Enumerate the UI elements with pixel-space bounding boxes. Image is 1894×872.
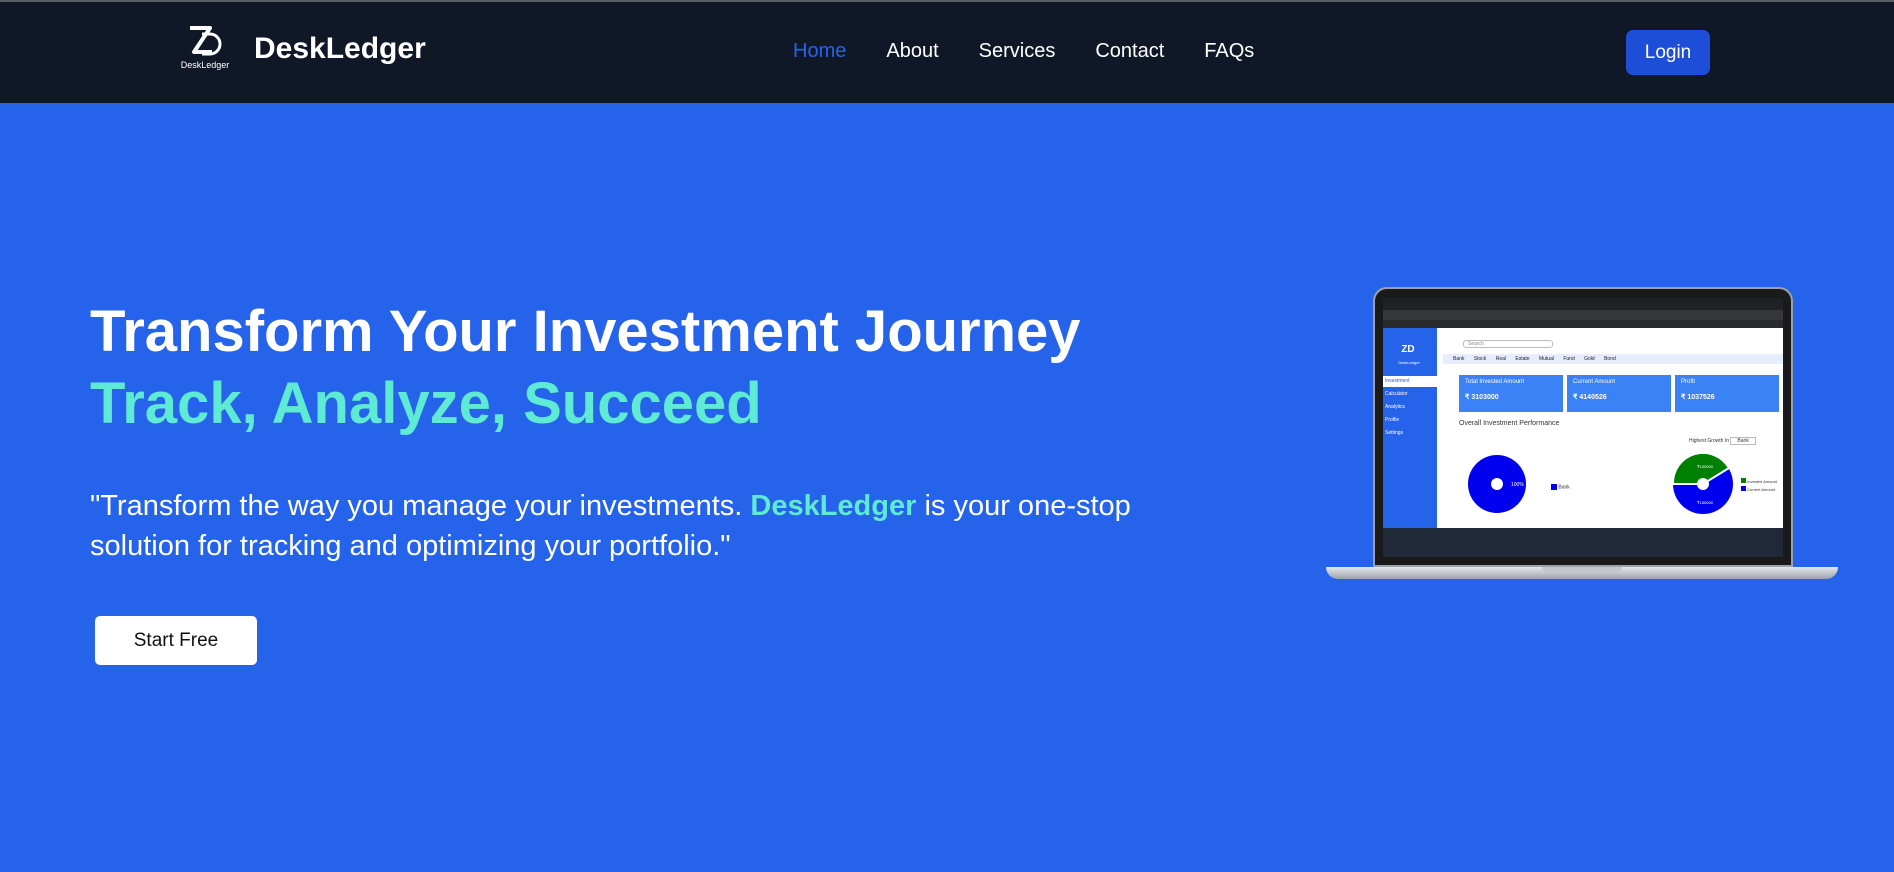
screen-menu: Bank Stock Real Estate Mutual Fund Gold … xyxy=(1443,354,1783,364)
screen-pie2-legend: Invested Amount Current Amount xyxy=(1741,478,1777,494)
hero-desc-brand: DeskLedger xyxy=(750,490,917,522)
nav-home[interactable]: Home xyxy=(793,40,846,63)
laptop-base-notch xyxy=(1542,567,1622,572)
screen-taskbar xyxy=(1383,528,1783,557)
screen-menu-item: Bank xyxy=(1453,356,1465,362)
screen-card-amount: ₹ 4140526 xyxy=(1573,394,1607,401)
screen-pie1-legend-text: Bank xyxy=(1558,484,1570,491)
screen-sidebar-item: Investment xyxy=(1383,376,1437,387)
screen-sidebar-item: Settings xyxy=(1385,430,1404,436)
screen-growth-select: Bank xyxy=(1730,437,1756,445)
screen-card-label: Total Invested Amount xyxy=(1465,379,1525,385)
screen-card-profit: Profit ₹ 1037526 xyxy=(1675,375,1779,412)
screen-growth-text: Highest Growth In xyxy=(1689,438,1730,444)
screen-menu-item: Stock xyxy=(1473,356,1487,362)
screen-growth-label: Highest Growth In Bank xyxy=(1689,437,1756,445)
nav-about[interactable]: About xyxy=(886,40,938,63)
screen-browser-tabs xyxy=(1383,298,1783,310)
hero-title-line1: Transform Your Investment Journey xyxy=(90,299,1081,364)
hero-title-line2: Track, Analyze, Succeed xyxy=(90,371,762,436)
screen-sidebar-item: Analytics xyxy=(1385,404,1406,410)
screen-sidebar-item: Calculator xyxy=(1385,391,1408,397)
screen-performance-title: Overall Investment Performance xyxy=(1459,420,1560,427)
hero-description: "Transform the way you manage your inves… xyxy=(90,486,1150,566)
screen-search-input: Search xyxy=(1463,340,1553,348)
screen-card-amount: ₹ 3103000 xyxy=(1465,394,1499,401)
laptop-screen: ZD DeskLedger Investment Calculator Anal… xyxy=(1383,298,1783,557)
navbar: DeskLedger DeskLedger Home About Service… xyxy=(0,2,1894,103)
screen-card-label: Current Amount xyxy=(1573,379,1616,385)
screen-sidebar-item: Profile xyxy=(1385,417,1400,423)
hero-title: Transform Your Investment Journey Track,… xyxy=(90,296,1081,440)
screen-card-invested: Total Invested Amount ₹ 3103000 xyxy=(1459,375,1563,412)
screen-pie2-label-bottom: ₹150000 xyxy=(1697,500,1714,505)
screen-pie2-label-top: ₹100000 xyxy=(1697,464,1714,469)
screen-pie2-legend-text: Invested Amount xyxy=(1747,479,1777,484)
screen-menu-item: Gold xyxy=(1584,356,1595,362)
nav-services[interactable]: Services xyxy=(979,40,1056,63)
brand-name: DeskLedger xyxy=(254,32,426,65)
main-nav: Home About Services Contact FAQs xyxy=(793,40,1254,63)
nav-contact[interactable]: Contact xyxy=(1095,40,1164,63)
screen-address-bar xyxy=(1383,310,1783,320)
screen-card-current: Current Amount ₹ 4140526 xyxy=(1567,375,1671,412)
screen-pie1-label: 100% xyxy=(1511,482,1524,488)
screen-menu-item: Mutual Fund xyxy=(1538,356,1575,362)
logo-caption: DeskLedger xyxy=(180,60,230,70)
nav-faqs[interactable]: FAQs xyxy=(1204,40,1254,63)
screen-menu-item: Real Estate xyxy=(1495,356,1530,362)
laptop-illustration: ZD DeskLedger Investment Calculator Anal… xyxy=(1326,287,1838,583)
screen-card-label: Profit xyxy=(1681,379,1696,385)
screen-pie2-legend-text: Current Amount xyxy=(1747,487,1776,492)
screen-logo-caption: DeskLedger xyxy=(1398,360,1420,365)
login-button[interactable]: Login xyxy=(1626,30,1710,75)
screen-card-amount: ₹ 1037526 xyxy=(1681,394,1715,401)
brand[interactable]: DeskLedger DeskLedger xyxy=(176,24,426,74)
zd-monogram-icon: DeskLedger xyxy=(176,24,234,74)
screen-pie-chart-growth: ₹100000 ₹150000 xyxy=(1671,451,1733,514)
screen-bookmarks-bar xyxy=(1383,320,1783,328)
screen-pie1-legend: Bank xyxy=(1551,484,1570,490)
start-free-button[interactable]: Start Free xyxy=(95,616,257,665)
screen-pie-chart-bank: 100% xyxy=(1468,455,1526,513)
screen-menu-item: Bond xyxy=(1604,356,1616,362)
hero-desc-start: "Transform the way you manage your inves… xyxy=(90,490,751,522)
